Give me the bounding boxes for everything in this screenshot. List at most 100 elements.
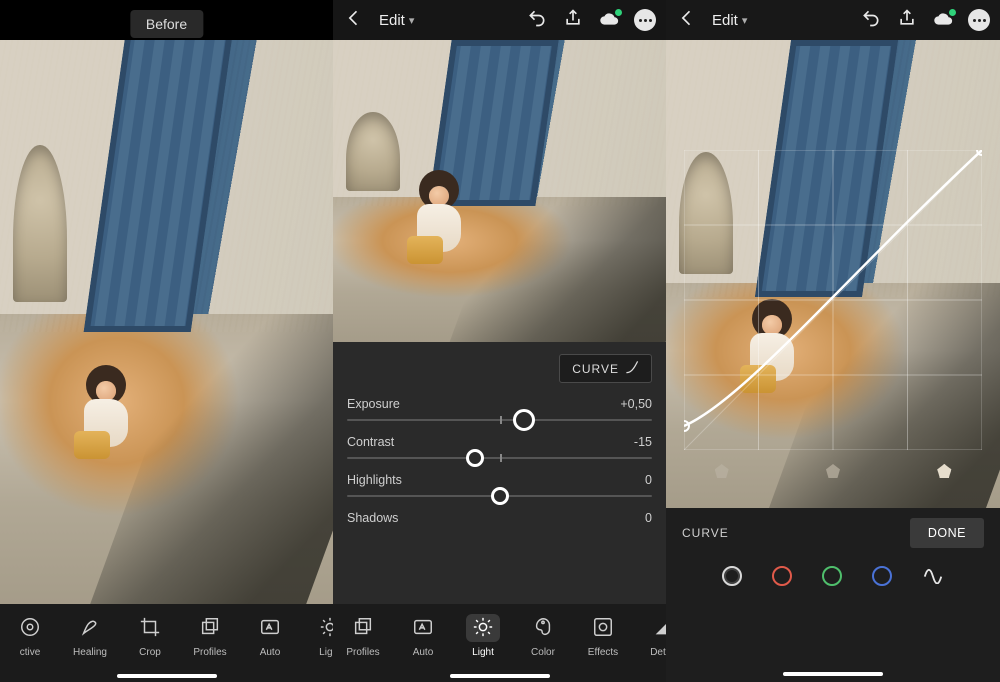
sync-status[interactable] — [598, 12, 620, 28]
crop-icon — [139, 616, 161, 641]
curve-button[interactable]: CURVE — [559, 354, 652, 383]
tool-label: Auto — [260, 647, 281, 658]
slider-thumb[interactable] — [491, 487, 509, 505]
light-icon — [319, 616, 333, 641]
tool-label: Healing — [73, 647, 107, 658]
curve-icon — [625, 360, 639, 377]
profiles-icon — [352, 616, 374, 641]
light-panel: CURVE Exposure +0,50 Contrast -15 — [333, 342, 666, 604]
sync-ok-indicator — [949, 9, 956, 16]
slider-track[interactable] — [347, 457, 652, 459]
channel-green[interactable] — [822, 566, 842, 586]
profiles-icon — [199, 616, 221, 641]
tool-auto[interactable]: Auto — [393, 612, 453, 660]
share-button[interactable] — [896, 9, 918, 31]
done-button[interactable]: DONE — [910, 518, 984, 548]
selective-icon — [19, 616, 41, 641]
edit-menu[interactable]: Edit ▾ — [712, 12, 747, 29]
tool-profiles[interactable]: Profiles — [180, 612, 240, 660]
slider-label: Contrast — [347, 435, 394, 449]
tone-curve-overlay[interactable] — [684, 150, 982, 450]
auto-icon — [259, 616, 281, 641]
tool-label: Profiles — [346, 647, 379, 658]
tool-label: Color — [531, 647, 555, 658]
curve-mode-label: CURVE — [682, 526, 729, 540]
slider-value: 0 — [645, 511, 652, 525]
tool-auto[interactable]: Auto — [240, 612, 300, 660]
slider-contrast[interactable]: Contrast -15 — [347, 435, 652, 459]
slider-value: 0 — [645, 473, 652, 487]
more-button[interactable] — [634, 9, 656, 31]
edit-label-text: Edit — [712, 12, 738, 29]
slider-thumb[interactable] — [513, 409, 535, 431]
slider-shadows[interactable]: Shadows 0 — [347, 511, 652, 525]
effects-icon — [592, 616, 614, 641]
tool-label: Light — [472, 647, 494, 658]
chevron-left-icon — [344, 8, 364, 33]
tool-label: Light — [319, 647, 333, 658]
edit-label-text: Edit — [379, 12, 405, 29]
undo-icon — [527, 8, 547, 33]
undo-icon — [861, 8, 881, 33]
tool-light[interactable]: Light — [300, 612, 333, 660]
region-handle-highlights[interactable] — [937, 464, 951, 478]
channel-blue[interactable] — [872, 566, 892, 586]
parametric-curve-button[interactable] — [922, 562, 944, 589]
slider-zero-mark — [500, 454, 502, 462]
cloud-icon — [932, 15, 954, 32]
region-split-handles[interactable] — [666, 458, 1000, 484]
region-handle-shadows[interactable] — [715, 464, 729, 478]
share-icon — [897, 8, 917, 33]
home-indicator[interactable] — [783, 672, 883, 676]
tool-detail[interactable]: Detail — [633, 612, 666, 660]
light-icon — [472, 616, 494, 641]
channel-selector — [682, 562, 984, 589]
screenshot-curve-editor: Edit ▾ — [666, 0, 1000, 682]
slider-thumb[interactable] — [466, 449, 484, 467]
edit-menu[interactable]: Edit ▾ — [379, 12, 414, 29]
slider-highlights[interactable]: Highlights 0 — [347, 473, 652, 497]
undo-button[interactable] — [526, 9, 548, 31]
more-button[interactable] — [968, 9, 990, 31]
bottom-toolbar[interactable]: ctive Healing Crop Profiles Auto Light C… — [0, 604, 333, 682]
region-handle-midtones[interactable] — [826, 464, 840, 478]
healing-icon — [79, 616, 101, 641]
tool-label: Detail — [650, 647, 666, 658]
slider-exposure[interactable]: Exposure +0,50 — [347, 397, 652, 421]
back-button[interactable] — [676, 9, 698, 31]
home-indicator[interactable] — [117, 674, 217, 678]
tool-color[interactable]: Color — [513, 612, 573, 660]
slider-track[interactable] — [347, 495, 652, 497]
curve-footer-area: CURVE DONE — [666, 508, 1000, 682]
undo-button[interactable] — [860, 9, 882, 31]
topbar: Edit ▾ — [333, 0, 666, 40]
back-button[interactable] — [343, 9, 365, 31]
curve-button-label: CURVE — [572, 362, 619, 376]
bottom-toolbar[interactable]: Profiles Auto Light Color Effects Detail… — [333, 604, 666, 682]
slider-label: Highlights — [347, 473, 402, 487]
color-icon — [532, 616, 554, 641]
sync-status[interactable] — [932, 12, 954, 28]
topbar: Edit ▾ — [666, 0, 1000, 40]
slider-value: -15 — [634, 435, 652, 449]
chevron-down-icon: ▾ — [409, 14, 415, 27]
tool-crop[interactable]: Crop — [120, 612, 180, 660]
slider-value: +0,50 — [620, 397, 652, 411]
curve-footer: CURVE DONE — [666, 508, 1000, 604]
share-button[interactable] — [562, 9, 584, 31]
wave-icon — [922, 571, 944, 588]
photo-preview[interactable] — [0, 0, 333, 604]
channel-luminance[interactable] — [722, 566, 742, 586]
tool-profiles[interactable]: Profiles — [333, 612, 393, 660]
home-indicator[interactable] — [450, 674, 550, 678]
slider-track[interactable] — [347, 419, 652, 421]
channel-red[interactable] — [772, 566, 792, 586]
detail-icon — [652, 616, 666, 641]
tool-selective[interactable]: ctive — [0, 612, 60, 660]
cloud-icon — [598, 15, 620, 32]
photo-preview[interactable] — [333, 40, 666, 342]
tool-effects[interactable]: Effects — [573, 612, 633, 660]
tool-light[interactable]: Light — [453, 612, 513, 660]
tool-healing[interactable]: Healing — [60, 612, 120, 660]
screenshot-before-view: Before ctive Healing Crop Profiles Auto … — [0, 0, 333, 682]
